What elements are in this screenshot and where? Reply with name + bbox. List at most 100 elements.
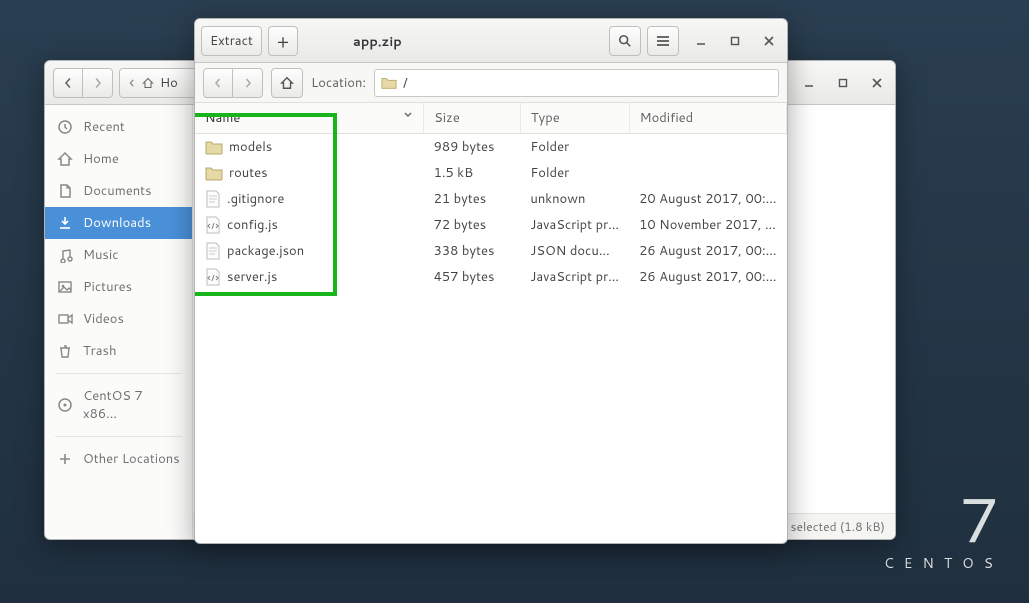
nautilus-path-bar[interactable]: Ho (119, 68, 199, 98)
file-row[interactable]: routes 1.5 kBFolder (195, 160, 787, 186)
sidebar-place[interactable]: CentOS 7 x86… (45, 380, 192, 430)
file-row[interactable]: package.json338 bytesJSON docu…26 August… (195, 238, 787, 264)
file-name: routes (229, 164, 268, 182)
file-size: 1.5 kB (424, 160, 521, 186)
extract-button[interactable]: Extract (201, 26, 262, 56)
maximize-icon (838, 78, 848, 88)
sidebar-item-pictures[interactable]: Pictures (45, 271, 192, 303)
column-label: Name (205, 109, 240, 127)
sidebar-item-label: CentOS 7 x86… (83, 387, 180, 423)
pictures-icon (57, 279, 73, 295)
archive-location-bar: Location: / (195, 63, 787, 103)
column-header-type[interactable]: Type (520, 103, 629, 134)
archive-back-button[interactable] (203, 68, 233, 98)
music-icon (57, 247, 73, 263)
file-size: 989 bytes (424, 134, 521, 161)
sidebar-item-recent[interactable]: Recent (45, 111, 192, 143)
location-input[interactable]: / (374, 69, 779, 97)
file-row[interactable]: .gitignore21 bytesunknown20 August 2017,… (195, 186, 787, 212)
column-label: Type (531, 109, 560, 127)
column-header-modified[interactable]: Modified (629, 103, 786, 134)
brand-version: 7 (884, 487, 1003, 549)
file-row[interactable]: models989 bytesFolder (195, 134, 787, 161)
script-icon (205, 268, 221, 286)
plus-icon (57, 451, 73, 467)
home-icon (57, 151, 73, 167)
file-modified: 10 November 2017, … (629, 212, 786, 238)
maximize-icon (730, 36, 740, 46)
sidebar-item-label: Videos (83, 310, 124, 328)
folder-icon (381, 76, 397, 90)
nautilus-path-label: Ho (160, 74, 178, 92)
minimize-icon (696, 36, 706, 46)
sidebar-item-home[interactable]: Home (45, 143, 192, 175)
file-table: Name Size Type Modified models989 bytesF… (195, 103, 787, 290)
sidebar-item-documents[interactable]: Documents (45, 175, 192, 207)
close-icon (764, 36, 774, 46)
file-name: .gitignore (227, 190, 284, 208)
file-row[interactable]: config.js72 bytesJavaScript pr…10 Novemb… (195, 212, 787, 238)
close-button[interactable] (865, 71, 889, 95)
file-icon (205, 190, 221, 208)
sidebar-other-locations[interactable]: Other Locations (45, 443, 192, 475)
file-name: server.js (227, 268, 277, 286)
file-size: 21 bytes (424, 186, 521, 212)
archive-forward-button[interactable] (233, 68, 263, 98)
sidebar-item-label: Other Locations (83, 450, 180, 468)
nautilus-nav-buttons (53, 68, 113, 98)
file-modified (629, 160, 786, 186)
folder-icon (205, 139, 223, 155)
sidebar-item-label: Trash (83, 342, 117, 360)
file-size: 72 bytes (424, 212, 521, 238)
column-header-name[interactable]: Name (195, 103, 424, 134)
column-label: Size (434, 109, 460, 127)
chevron-left-icon (128, 79, 136, 87)
maximize-button[interactable] (723, 29, 747, 53)
minimize-button[interactable] (797, 71, 821, 95)
trash-icon (57, 343, 73, 359)
sidebar-item-music[interactable]: Music (45, 239, 192, 271)
sidebar-item-label: Downloads (83, 214, 151, 232)
sidebar-item-label: Recent (83, 118, 125, 136)
brand-distro: CENTOS (884, 553, 1003, 573)
folder-icon (205, 165, 223, 181)
location-label: Location: (311, 74, 366, 92)
sidebar-item-trash[interactable]: Trash (45, 335, 192, 367)
search-button[interactable] (609, 26, 641, 56)
sidebar-item-downloads[interactable]: Downloads (45, 207, 192, 239)
add-button[interactable]: + (268, 26, 298, 56)
menu-button[interactable] (647, 26, 679, 56)
file-icon (205, 242, 221, 260)
chevron-right-icon (243, 78, 253, 88)
nautilus-sidebar: Recent HomeDocuments Downloads Music Picture… (45, 105, 193, 539)
file-row[interactable]: server.js457 bytesJavaScript pr…26 Augus… (195, 264, 787, 290)
file-modified (629, 134, 786, 161)
file-type: JavaScript pr… (520, 264, 629, 290)
sidebar-item-label: Pictures (83, 278, 132, 296)
home-icon (280, 76, 294, 90)
sort-desc-icon (403, 109, 413, 119)
forward-button[interactable] (83, 68, 113, 98)
document-icon (57, 183, 73, 199)
home-icon (142, 77, 154, 89)
file-type: Folder (520, 160, 629, 186)
sidebar-item-videos[interactable]: Videos (45, 303, 192, 335)
column-header-size[interactable]: Size (424, 103, 521, 134)
videos-icon (57, 311, 73, 327)
file-type: Folder (520, 134, 629, 161)
chevron-right-icon (93, 78, 103, 88)
archive-title: app.zip (353, 33, 402, 51)
chevron-left-icon (213, 78, 223, 88)
file-type: unknown (520, 186, 629, 212)
download-icon (57, 215, 73, 231)
archive-titlebar: Extract + app.zip (195, 19, 787, 63)
file-modified: 26 August 2017, 00:… (629, 264, 786, 290)
maximize-button[interactable] (831, 71, 855, 95)
archive-window: Extract + app.zip Location: (194, 18, 788, 544)
archive-home-button[interactable] (271, 68, 303, 98)
close-button[interactable] (757, 29, 781, 53)
back-button[interactable] (53, 68, 83, 98)
location-path: / (403, 74, 408, 92)
file-name: package.json (227, 242, 304, 260)
minimize-button[interactable] (689, 29, 713, 53)
